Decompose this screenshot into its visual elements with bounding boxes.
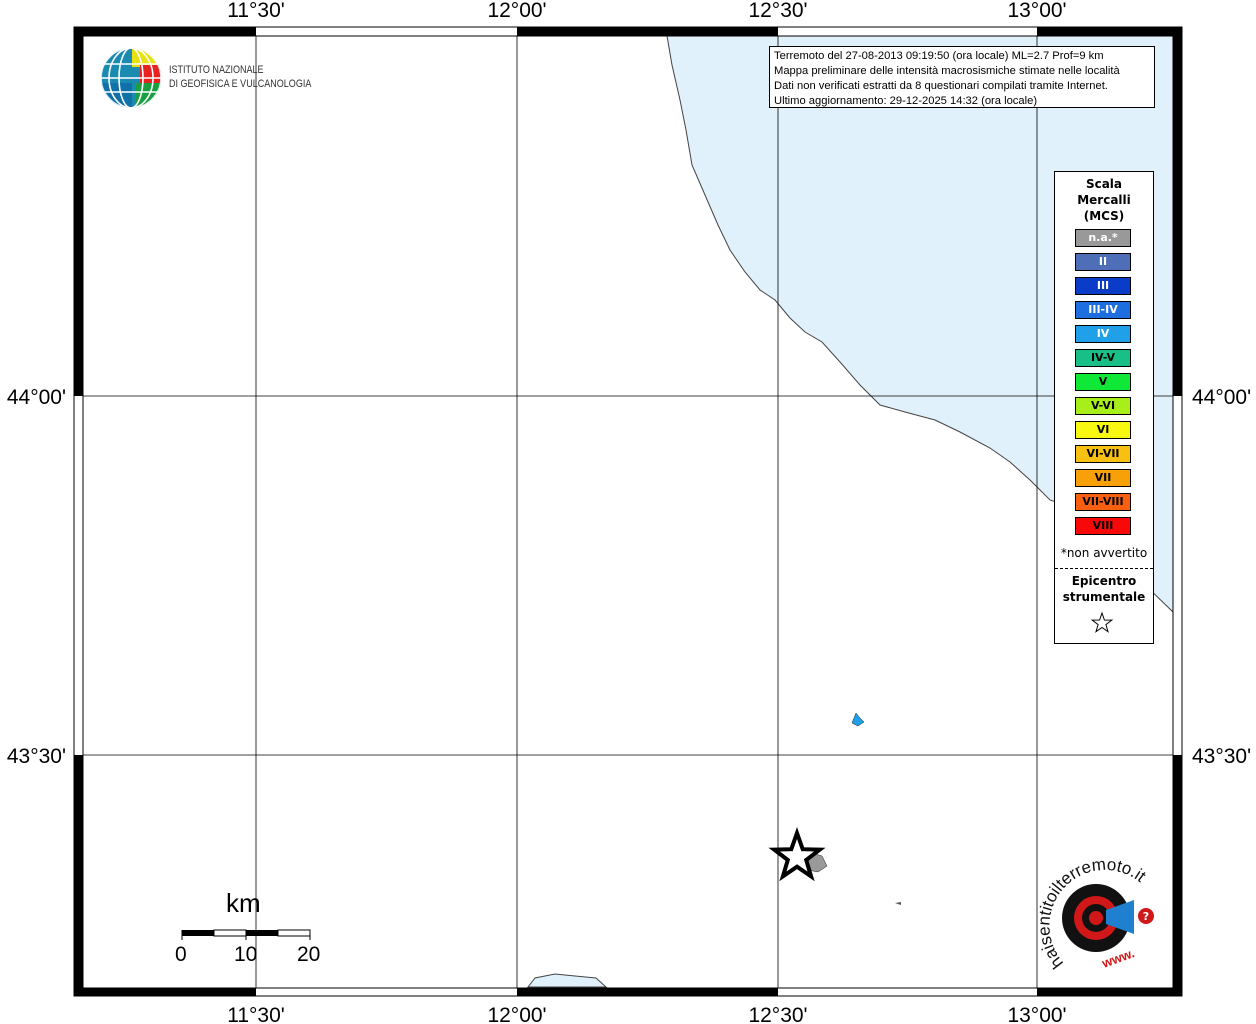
legend-star-icon: [1090, 611, 1114, 633]
intensity-point-iv[interactable]: [851, 712, 865, 727]
event-info-box: Terremoto del 27-08-2013 09:19:50 (ora l…: [769, 46, 1155, 108]
legend-swatch: IV: [1075, 325, 1131, 343]
lat-label-left-1: 44°00': [7, 386, 66, 409]
legend-title-line1: Scala: [1085, 177, 1123, 191]
mcs-legend: Scala Mercalli (MCS) n.a.* II III III-IV IV I…: [1054, 171, 1154, 644]
legend-note: *non avvertito: [1060, 546, 1148, 560]
haisentito-logo-icon: haisentitoilterremoto.it ? www.: [1034, 855, 1154, 972]
legend-swatch: VIII: [1075, 517, 1131, 535]
legend-swatch: V: [1075, 373, 1131, 391]
scale-unit: km: [226, 888, 261, 918]
lat-label-right-1: 44°00': [1192, 386, 1251, 409]
legend-swatch: V-VI: [1075, 397, 1131, 415]
small-islet: [895, 902, 901, 905]
legend-swatch: II: [1075, 253, 1131, 271]
haisentito-badge[interactable]: haisentitoilterremoto.it ? www.: [1034, 855, 1164, 982]
legend-swatch: n.a.*: [1075, 229, 1131, 247]
ingv-name-line1: ISTITUTO NAZIONALE: [169, 64, 264, 76]
event-info-line3: Dati non verificati estratti da 8 questi…: [774, 80, 1108, 92]
scale-tick-10: 10: [234, 943, 258, 966]
southern-coast-patch: [526, 973, 608, 988]
legend-swatch: VII-VIII: [1075, 493, 1131, 511]
lat-label-left-2: 43°30': [7, 745, 66, 768]
event-info-line1: Terremoto del 27-08-2013 09:19:50 (ora l…: [774, 50, 1104, 62]
lon-label-bottom-2: 12°00': [487, 1004, 546, 1024]
event-info-line4: Ultimo aggiornamento: 29-12-2025 14:32 (…: [774, 95, 1038, 107]
lon-label-top-4: 13°00': [1007, 0, 1066, 22]
lon-label-top-3: 12°30': [748, 0, 807, 22]
legend-epicentre: Epicentro strumentale: [1055, 573, 1153, 605]
ingv-name: ISTITUTO NAZIONALE DI GEOFISICA E VULCAN…: [169, 63, 311, 91]
svg-text:?: ?: [1143, 910, 1149, 923]
legend-swatch: VI-VII: [1075, 445, 1131, 463]
scale-bar: [181, 929, 311, 940]
ingv-logo: [100, 47, 164, 115]
legend-title-line2: Mercalli: [1077, 193, 1131, 207]
scale-tick-20: 20: [297, 943, 321, 966]
legend-swatch: III: [1075, 277, 1131, 295]
event-info-line2: Mappa preliminare delle intensità macros…: [774, 65, 1120, 77]
lon-label-bottom-1: 11°30': [227, 1004, 285, 1024]
legend-divider: [1055, 568, 1153, 569]
lon-label-top-1: 11°30': [227, 0, 285, 22]
lon-label-top-2: 12°00': [487, 0, 546, 22]
legend-epicentre-line1: Epicentro: [1071, 574, 1137, 588]
scale-tick-0: 0: [175, 943, 187, 966]
legend-title: Scala Mercalli (MCS): [1055, 176, 1153, 224]
globe-icon: [101, 48, 161, 108]
legend-swatch: VII: [1075, 469, 1131, 487]
legend-swatch: VI: [1075, 421, 1131, 439]
legend-epicentre-line2: strumentale: [1062, 590, 1146, 604]
ingv-name-line2: DI GEOFISICA E VULCANOLOGIA: [169, 78, 312, 90]
legend-swatch: IV-V: [1075, 349, 1131, 367]
legend-title-line3: (MCS): [1083, 209, 1125, 223]
lon-label-bottom-3: 12°30': [748, 1004, 807, 1024]
legend-swatch: III-IV: [1075, 301, 1131, 319]
lon-label-bottom-4: 13°00': [1007, 1004, 1066, 1024]
lat-label-right-2: 43°30': [1192, 745, 1251, 768]
